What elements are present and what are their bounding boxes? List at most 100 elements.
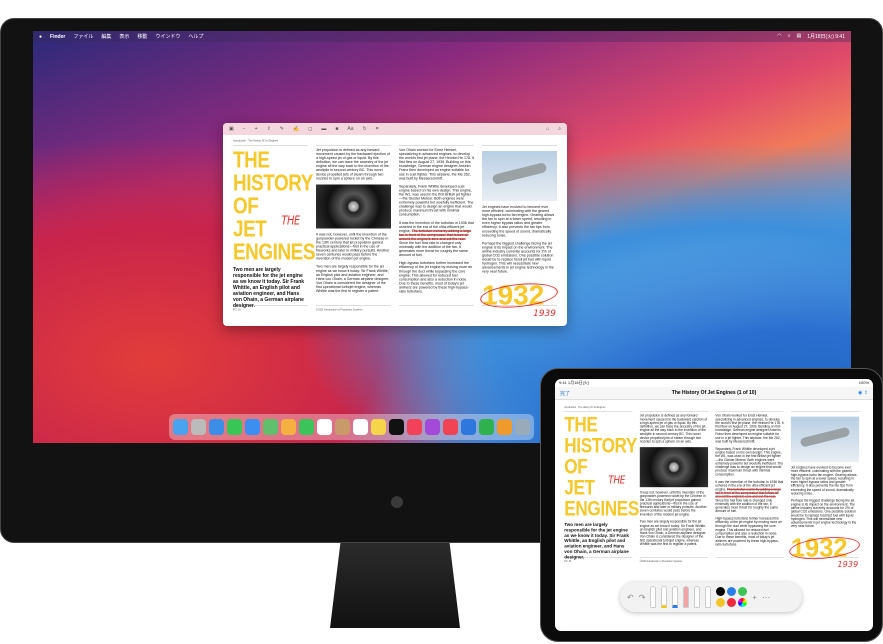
title-line: HISTORY — [564, 433, 638, 458]
paragraph: High-bypass turbofans further increased … — [399, 260, 473, 294]
dock-trash-icon[interactable] — [515, 419, 530, 435]
menu-help[interactable]: ヘルプ — [188, 33, 203, 40]
apple-menu-icon[interactable]: ● — [39, 34, 42, 40]
doc-column-3: Von Ohain worked for Ernst Heinkel, spec… — [399, 145, 474, 306]
eraser-tool[interactable] — [683, 586, 690, 608]
wifi-icon[interactable]: ◠ — [777, 33, 781, 40]
jet-plane-image — [790, 416, 860, 463]
dock-safari-icon[interactable] — [209, 419, 224, 435]
dock-reminders-icon[interactable] — [353, 419, 368, 435]
font-icon[interactable]: Aa — [347, 126, 353, 132]
dock-photos-icon[interactable] — [281, 419, 296, 435]
search-icon[interactable]: ⌕ — [788, 33, 791, 40]
search-icon[interactable]: ⌕ — [558, 126, 561, 132]
border-icon[interactable]: ▬ — [321, 126, 326, 132]
color-picker — [716, 587, 748, 607]
lasso-tool[interactable] — [694, 586, 701, 608]
highlighter-tool[interactable] — [661, 586, 668, 608]
jet-plane-image — [482, 151, 557, 201]
dock-contacts-icon[interactable] — [335, 419, 350, 435]
menu-finder[interactable]: Finder — [50, 34, 65, 40]
menu-edit[interactable]: 編集 — [101, 33, 111, 40]
dock-calendar-icon[interactable] — [317, 419, 332, 435]
undo-icon[interactable]: ↶ — [627, 593, 634, 602]
markup-icon[interactable]: ✎ — [280, 126, 284, 132]
color-swatch[interactable] — [716, 598, 726, 607]
share-icon[interactable]: ⇪ — [864, 390, 868, 396]
dock-finder-icon[interactable] — [173, 419, 188, 435]
menu-clock[interactable]: 1月18日(火) 9:41 — [807, 33, 845, 40]
doc-title: THE HISTORY OF JET THE ENGINES — [564, 412, 639, 519]
paragraph: It was not, however, until the invention… — [639, 490, 707, 517]
fill-icon[interactable]: ■ — [335, 126, 338, 132]
footer-copyright: ©2020 Introduction to Propulsion Systems — [639, 559, 683, 563]
color-swatch[interactable] — [738, 587, 748, 596]
zoom-in-icon[interactable]: + — [255, 126, 258, 132]
dock-music-icon[interactable] — [407, 419, 422, 435]
crop-icon[interactable]: ⌗ — [376, 126, 379, 132]
menu-view[interactable]: 表示 — [119, 33, 129, 40]
sidebar-icon[interactable]: ▣ — [229, 126, 234, 132]
dock-news-icon[interactable] — [443, 419, 458, 435]
doc-subtitle: Two men are largely responsible for the … — [564, 522, 629, 560]
dock-tv-icon[interactable] — [389, 419, 404, 435]
zoom-out-icon[interactable]: − — [243, 126, 246, 132]
color-swatch[interactable] — [716, 587, 726, 596]
color-swatch[interactable] — [727, 587, 737, 596]
menu-window[interactable]: ウインドウ — [155, 33, 180, 40]
title-line: HISTORY — [233, 169, 313, 196]
control-center-icon[interactable]: ▤ — [796, 33, 801, 40]
title-line: ENGINES — [233, 238, 316, 265]
title-line: THE — [564, 412, 598, 437]
dock-podcasts-icon[interactable] — [425, 419, 440, 435]
title-line: JET — [233, 215, 267, 242]
imac-stand — [330, 543, 460, 628]
dock-messages-icon[interactable] — [227, 419, 242, 435]
dock-numbers-icon[interactable] — [479, 419, 494, 435]
paragraph: High-bypass turbofans further increased … — [715, 516, 782, 547]
year-callout: 1932 — [788, 533, 861, 563]
dock-notes-icon[interactable] — [371, 419, 386, 435]
color-swatch[interactable] — [727, 598, 737, 607]
menu-file[interactable]: ファイル — [73, 33, 93, 40]
redo-icon[interactable]: ↷ — [639, 593, 646, 602]
dock-pages-icon[interactable] — [497, 419, 512, 435]
document-page: Introduction · The History Of Jet Engine… — [225, 136, 565, 322]
menu-go[interactable]: 移動 — [137, 33, 147, 40]
share-icon[interactable]: ⇪ — [267, 126, 271, 132]
color-swatch[interactable] — [738, 598, 748, 607]
more-icon[interactable]: ⋯ — [762, 593, 770, 602]
doc-title: THE HISTORY OF JET THE ENGINES — [233, 146, 316, 265]
lock-icon[interactable]: ⌂ — [546, 126, 549, 132]
doc-column-2: Jet propulsion is defined as any forward… — [316, 145, 391, 306]
pen-tool[interactable] — [650, 586, 657, 608]
pencil-tool[interactable] — [672, 586, 679, 608]
paragraph: It was not, however, until the invention… — [316, 231, 390, 261]
dock-launchpad-icon[interactable] — [191, 419, 206, 435]
paragraph: Perhaps the biggest challenge facing the… — [482, 240, 554, 274]
text: Since the fuel flow rate is changed only… — [399, 240, 468, 258]
rotate-icon[interactable]: ↻ — [363, 126, 367, 132]
dock-keynote-icon[interactable] — [461, 419, 476, 435]
add-icon[interactable]: + — [752, 593, 757, 602]
shapes-icon[interactable]: ◻ — [308, 126, 312, 132]
dock-facetime-icon[interactable] — [299, 419, 314, 435]
status-battery: 100% — [858, 380, 869, 385]
dock-mail-icon[interactable] — [245, 419, 260, 435]
paragraph: Von Ohain worked for Ernst Heinkel, spec… — [715, 413, 784, 444]
document-page: Introduction · The History Of Jet Engine… — [557, 403, 866, 572]
paragraph: Jet engines have evolved to become ever … — [482, 204, 555, 238]
done-button[interactable]: 完了 — [560, 390, 570, 397]
dock-maps-icon[interactable] — [263, 419, 278, 435]
menu-bar: ● Finder ファイル 編集 表示 移動 ウインドウ ヘルプ ◠ ⌕ ▤ 1月18… — [33, 31, 851, 42]
markup-palette: ↶ ↷ + ⋯ — [620, 582, 802, 612]
paragraph: Two men are largely responsible for the … — [316, 264, 390, 293]
paragraph: It was the invention of the turbofan in … — [399, 220, 474, 258]
paragraph: Jet engines have evolved to become ever … — [790, 465, 857, 496]
markup-icon[interactable]: ◉ — [858, 390, 862, 396]
title-line: THE — [233, 146, 270, 173]
doc-subtitle: Two men are largely responsible for the … — [233, 267, 305, 309]
sign-icon[interactable]: ✍ — [293, 126, 299, 132]
ruler-tool[interactable] — [705, 586, 712, 608]
preview-window: ▣ − + ⇪ ✎ ✍ ◻ ▬ ■ Aa ↻ ⌗ ⌂ ⌕ Introduction · The Hist… — [223, 123, 567, 326]
